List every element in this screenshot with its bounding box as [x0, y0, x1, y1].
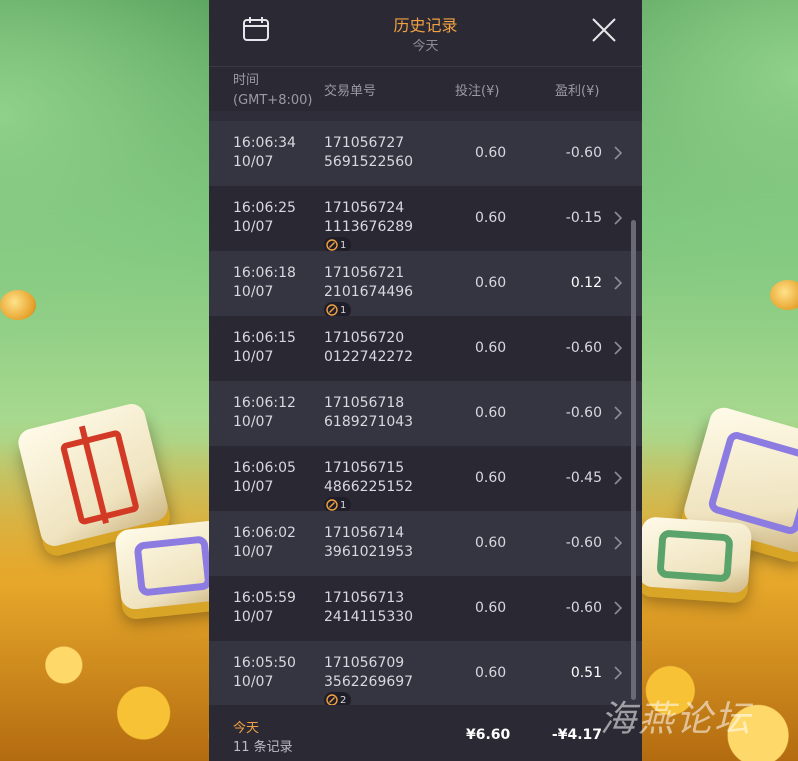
page-title: 历史记录	[393, 16, 458, 35]
close-icon[interactable]	[590, 16, 618, 44]
row-order-id: 171056714 3961021953	[324, 525, 414, 560]
free-spin-badge: 2	[324, 692, 352, 706]
free-spin-count: 2	[340, 694, 347, 706]
row-order-id: 171056718 6189271043	[324, 395, 414, 430]
table-row[interactable]: 16:06:12 10/07 171056718 6189271043 0.60 -0.6…	[209, 381, 642, 446]
row-bet: 0.60	[475, 470, 507, 486]
row-time: 16:06:34 10/07	[233, 135, 296, 170]
chevron-right-icon	[614, 406, 623, 420]
chevron-right-icon	[614, 341, 623, 355]
row-order-id: 171056709 3562269697	[324, 655, 414, 690]
free-spin-count: 1	[340, 239, 347, 251]
row-bet: 0.60	[475, 210, 507, 226]
table-row[interactable]: 16:06:18 10/07 171056721 2101674496 0.60 0.12…	[209, 251, 642, 318]
table-row[interactable]: 16:06:05 10/07 171056715 4866225152 0.60 -0.4…	[209, 446, 642, 513]
panel-header: 历史记录 今天	[209, 0, 642, 67]
free-spin-icon	[326, 499, 338, 511]
total-profit: -¥4.17	[551, 727, 602, 743]
row-time: 16:06:18 10/07	[233, 265, 296, 300]
row-order-id: 171056724 1113676289	[324, 200, 414, 235]
row-profit: 0.12	[570, 275, 602, 291]
row-order-id: 171056727 5691522560	[324, 135, 414, 170]
row-order-id: 171056721 2101674496	[324, 265, 414, 300]
row-profit: -0.60	[565, 340, 602, 356]
chevron-right-icon	[614, 211, 623, 225]
row-time: 16:05:59 10/07	[233, 590, 296, 625]
mahjong-tile-green	[637, 516, 753, 594]
total-bet: ¥6.60	[466, 727, 511, 743]
row-profit: -0.45	[565, 470, 602, 486]
row-bet: 0.60	[475, 535, 507, 551]
row-order-id: 171056720 0122742272	[324, 330, 414, 365]
history-list[interactable]: 16:06:34 10/07 171056727 5691522560 0.60 -0.6…	[209, 111, 642, 705]
row-time: 16:06:05 10/07	[233, 460, 296, 495]
table-header: 时间 (GMT+8:00) 交易单号 投注(¥) 盈利(¥)	[209, 67, 642, 111]
column-header-bet: 投注(¥)	[455, 84, 500, 99]
row-bet: 0.60	[475, 600, 507, 616]
table-row[interactable]: 16:06:34 10/07 171056727 5691522560 0.60 -0.6…	[209, 121, 642, 186]
row-profit: -0.15	[565, 210, 602, 226]
row-bet: 0.60	[475, 145, 507, 161]
chevron-right-icon	[614, 536, 623, 550]
summary-footer: 今天 11 条记录 ¥6.60 -¥4.17	[209, 705, 642, 761]
chevron-right-icon	[614, 471, 623, 485]
history-panel: 历史记录 今天 时间 (GMT+8:00) 交易单号 投注(¥) 盈利(¥) 1…	[209, 0, 642, 761]
row-bet: 0.60	[475, 665, 507, 681]
column-header-profit: 盈利(¥)	[555, 84, 600, 99]
row-bet: 0.60	[475, 275, 507, 291]
chevron-right-icon	[614, 601, 623, 615]
row-profit: -0.60	[565, 535, 602, 551]
record-count: 11 条记录	[233, 740, 293, 755]
chevron-right-icon	[614, 146, 623, 160]
chevron-right-icon	[614, 276, 623, 290]
row-profit: -0.60	[565, 145, 602, 161]
coin-decoration	[770, 280, 798, 310]
row-time: 16:06:15 10/07	[233, 330, 296, 365]
forum-watermark: 海燕论坛	[600, 699, 753, 740]
row-profit: -0.60	[565, 405, 602, 421]
row-bet: 0.60	[475, 405, 507, 421]
row-time: 16:06:25 10/07	[233, 200, 296, 235]
chevron-right-icon	[614, 666, 623, 680]
column-header-order: 交易单号	[324, 84, 377, 99]
row-time: 16:05:50 10/07	[233, 655, 296, 690]
table-row[interactable]: 16:06:15 10/07 171056720 0122742272 0.60 -0.6…	[209, 316, 642, 381]
row-time: 16:06:12 10/07	[233, 395, 296, 430]
row-order-id: 171056715 4866225152	[324, 460, 414, 495]
free-spin-icon	[326, 239, 338, 251]
row-bet: 0.60	[475, 340, 507, 356]
row-profit: -0.60	[565, 600, 602, 616]
free-spin-count: 1	[340, 304, 347, 316]
table-row[interactable]: 16:05:50 10/07 171056709 3562269697 0.60 0.51…	[209, 641, 642, 705]
row-order-id: 171056713 2414115330	[324, 590, 414, 625]
row-profit: 0.51	[570, 665, 602, 681]
free-spin-count: 1	[340, 499, 347, 511]
table-row[interactable]: 16:06:02 10/07 171056714 3961021953 0.60 -0.6…	[209, 511, 642, 576]
summary-period: 今天	[233, 721, 260, 736]
free-spin-icon	[326, 304, 338, 316]
table-row[interactable]: 16:06:25 10/07 171056724 1113676289 0.60 -0.1…	[209, 186, 642, 253]
free-spin-icon	[326, 694, 338, 705]
column-header-time: 时间 (GMT+8:00)	[233, 73, 313, 108]
coin-decoration	[0, 290, 36, 320]
scrollbar[interactable]	[631, 220, 636, 700]
date-filter-label: 今天	[412, 39, 439, 54]
table-row[interactable]: 16:05:59 10/07 171056713 2414115330 0.60 -0.6…	[209, 576, 642, 641]
row-time: 16:06:02 10/07	[233, 525, 296, 560]
